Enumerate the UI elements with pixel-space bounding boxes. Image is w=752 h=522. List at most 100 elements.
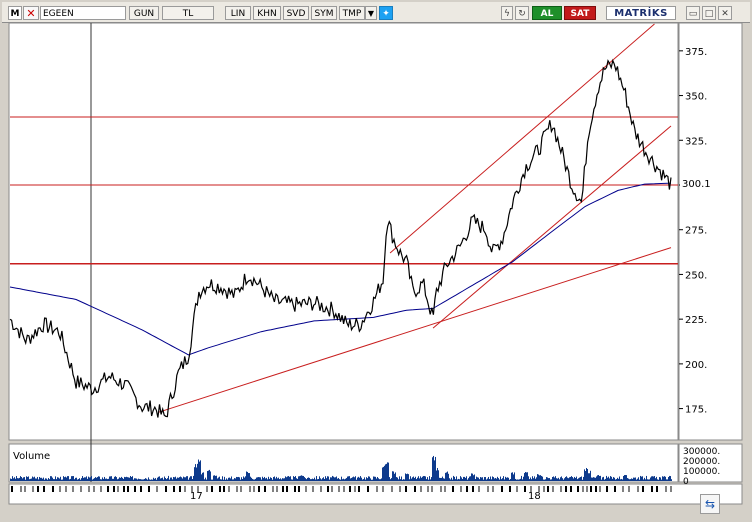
volume-bar	[128, 477, 129, 481]
volume-bar	[85, 477, 86, 481]
volume-bar	[66, 477, 67, 481]
volume-bar	[653, 476, 654, 481]
volume-bar	[489, 478, 490, 481]
volume-bar	[179, 477, 180, 481]
volume-bar	[641, 476, 642, 481]
volume-bar	[632, 478, 633, 481]
volume-bar	[205, 477, 206, 481]
volume-bar	[663, 476, 664, 481]
volume-pane	[8, 443, 679, 483]
volume-bar	[407, 473, 408, 481]
volume-bar	[538, 474, 539, 481]
volume-bar	[278, 477, 279, 481]
volume-bar	[347, 476, 348, 481]
volume-bar	[499, 479, 500, 481]
volume-bar	[29, 479, 30, 481]
volume-bar	[308, 477, 309, 481]
volume-bar	[51, 476, 52, 481]
volume-bar	[300, 475, 301, 481]
volume-bar	[254, 479, 255, 481]
volume-bar	[299, 476, 300, 481]
volume-bar	[640, 475, 641, 481]
volume-bar	[529, 479, 530, 481]
volume-bar	[338, 478, 339, 481]
volume-bar	[21, 476, 22, 481]
volume-bar	[55, 476, 56, 481]
volume-bar	[340, 479, 341, 481]
volume-bar	[156, 479, 157, 481]
volume-bar	[124, 476, 125, 481]
volume-bar	[616, 479, 617, 481]
volume-bar	[430, 479, 431, 481]
volume-bar	[127, 477, 128, 481]
volume-bar	[133, 479, 134, 481]
volume-bar	[583, 476, 584, 481]
volume-bar	[166, 479, 167, 481]
volume-bar	[403, 479, 404, 481]
volume-bar	[115, 476, 116, 481]
volume-bar	[15, 478, 16, 481]
volume-bar	[568, 478, 569, 481]
volume-bar	[155, 478, 156, 481]
volume-bar	[288, 476, 289, 481]
volume-bar	[317, 479, 318, 481]
last-price-label: 300.1	[682, 179, 711, 190]
volume-bar	[387, 462, 388, 481]
volume-bar	[456, 476, 457, 481]
volume-bar	[337, 478, 338, 481]
volume-bar	[423, 476, 424, 481]
volume-bar	[113, 478, 114, 481]
volume-bar	[134, 478, 135, 481]
volume-bar	[344, 479, 345, 481]
volume-bar	[520, 478, 521, 481]
volume-bar	[14, 477, 15, 481]
volume-bar	[215, 475, 216, 481]
volume-bar	[276, 476, 277, 481]
volume-bar	[652, 476, 653, 481]
volume-bar	[35, 478, 36, 481]
volume-bar	[467, 479, 468, 481]
volume-bar	[310, 479, 311, 481]
volume-bar	[154, 478, 155, 481]
volume-bar	[603, 476, 604, 481]
scroll-sync-icon[interactable]: ⇆	[700, 494, 720, 514]
volume-bar	[239, 477, 240, 481]
volume-bar	[326, 478, 327, 481]
volume-bar	[414, 477, 415, 481]
volume-bar	[508, 477, 509, 481]
volume-bar	[17, 478, 18, 481]
volume-bar	[172, 479, 173, 481]
volume-bar	[23, 477, 24, 481]
volume-bar	[377, 476, 378, 481]
volume-bar	[353, 476, 354, 481]
volume-bar	[373, 476, 374, 481]
volume-bar	[531, 479, 532, 481]
volume-bar	[501, 479, 502, 481]
y-tick-label: 175.	[685, 405, 707, 416]
volume-bar	[422, 476, 423, 481]
volume-bar	[145, 478, 146, 481]
volume-bar	[79, 478, 80, 481]
volume-bar	[581, 476, 582, 481]
volume-bar	[479, 479, 480, 481]
volume-bar	[447, 471, 448, 481]
volume-bar	[607, 477, 608, 481]
volume-bar	[207, 471, 208, 481]
volume-bar	[405, 473, 406, 481]
volume-bar	[316, 476, 317, 481]
volume-bar	[267, 479, 268, 481]
date-strip	[8, 483, 743, 505]
volume-bar	[69, 479, 70, 481]
volume-bar	[264, 476, 265, 481]
y-tick-label: 350.	[685, 92, 707, 103]
volume-bar	[518, 479, 519, 481]
volume-bar	[162, 477, 163, 481]
volume-bar	[109, 476, 110, 481]
volume-bar	[666, 479, 667, 481]
volume-bar	[502, 478, 503, 481]
volume-bar	[465, 477, 466, 481]
volume-bar	[42, 478, 43, 481]
volume-bar	[586, 467, 587, 481]
volume-bar	[476, 476, 477, 481]
volume-bar	[671, 479, 672, 481]
